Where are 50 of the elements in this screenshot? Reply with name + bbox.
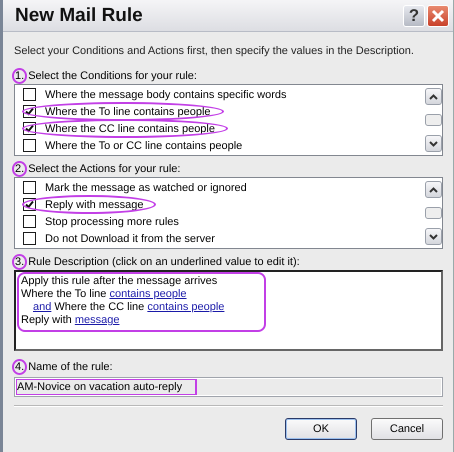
- scroll-down-button[interactable]: [425, 135, 442, 152]
- description-text: Where the To line: [21, 288, 106, 300]
- checkbox[interactable]: [23, 139, 36, 152]
- rule-name-field[interactable]: AM-Novice on vacation auto-reply: [14, 377, 443, 397]
- description-text: Reply with: [21, 314, 72, 326]
- checkbox[interactable]: [23, 88, 36, 101]
- checkbox[interactable]: [23, 232, 36, 245]
- cancel-button[interactable]: Cancel: [371, 418, 443, 440]
- chevron-down-icon: [429, 234, 438, 240]
- checkbox[interactable]: [23, 215, 36, 228]
- list-item[interactable]: Where the CC line contains people: [23, 120, 227, 137]
- scroll-up-button[interactable]: [425, 88, 442, 105]
- step-number: 3.: [14, 256, 26, 268]
- value-link[interactable]: contains people: [147, 301, 224, 313]
- scrollbar-thumb[interactable]: [425, 114, 442, 126]
- window-title: New Mail Rule: [15, 4, 144, 26]
- step-number: 2.: [14, 163, 26, 175]
- scroll-down-button[interactable]: [425, 228, 442, 245]
- checkbox[interactable]: [23, 122, 36, 135]
- list-item[interactable]: Do not Download it from the server: [23, 230, 227, 247]
- checkbox[interactable]: [23, 105, 36, 118]
- ok-button[interactable]: OK: [285, 418, 357, 440]
- section-label: Name of the rule:: [28, 361, 113, 373]
- list-item[interactable]: Reply with message: [23, 196, 156, 213]
- chevron-up-icon: [429, 94, 438, 100]
- close-button[interactable]: [427, 4, 449, 26]
- description-text: Apply this rule after the message arrives: [21, 275, 218, 287]
- value-link[interactable]: contains people: [109, 288, 187, 300]
- value-link[interactable]: message: [74, 314, 120, 326]
- section-label: Select the Actions for your rule:: [28, 163, 180, 175]
- value-link[interactable]: and: [33, 301, 52, 313]
- list-item[interactable]: Where the To or CC line contains people: [23, 137, 254, 154]
- list-item[interactable]: Stop processing more rules: [23, 213, 191, 230]
- list-item[interactable]: Where the To line contains people: [23, 103, 223, 120]
- scrollbar-thumb[interactable]: [425, 207, 442, 219]
- section-label: Select the Conditions for your rule:: [28, 70, 197, 82]
- checkbox[interactable]: [23, 198, 36, 211]
- scroll-up-button[interactable]: [425, 181, 442, 198]
- list-item[interactable]: Mark the message as watched or ignored: [23, 179, 259, 196]
- step-number: 4.: [14, 361, 26, 373]
- chevron-down-icon: [429, 140, 438, 146]
- instruction-text: Select your Conditions and Actions first, then specify the values in the Description.: [14, 45, 415, 57]
- close-icon: [431, 8, 445, 22]
- chevron-up-icon: [429, 186, 438, 192]
- step-number: 1.: [14, 70, 26, 82]
- help-button[interactable]: ?: [403, 4, 425, 26]
- list-item[interactable]: Where the message body contains specific words: [23, 86, 299, 103]
- description-text: Where the CC line: [54, 301, 144, 313]
- checkbox[interactable]: [23, 181, 36, 194]
- section-label: Rule Description (click on an underlined value to edit it):: [28, 256, 300, 268]
